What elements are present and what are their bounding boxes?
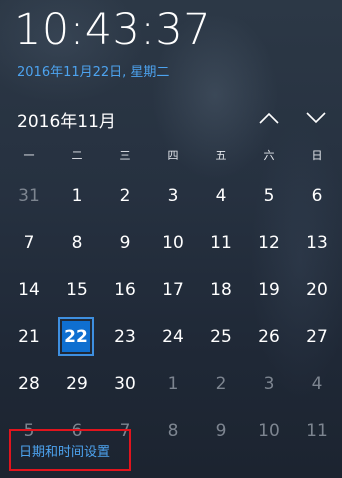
calendar-day[interactable]: 3 xyxy=(149,172,197,219)
weekday-label: 一 xyxy=(23,149,35,162)
calendar-day[interactable]: 11 xyxy=(197,219,245,266)
chevron-up-icon xyxy=(259,112,279,124)
calendar-day-adjacent-month[interactable]: 11 xyxy=(293,407,341,454)
clock-time: 10:43:37 xyxy=(14,5,212,55)
weekday-label: 五 xyxy=(215,149,227,162)
calendar-day-adjacent-month[interactable]: 8 xyxy=(149,407,197,454)
calendar-day[interactable]: 1 xyxy=(53,172,101,219)
calendar-day[interactable]: 9 xyxy=(101,219,149,266)
calendar-day[interactable]: 12 xyxy=(245,219,293,266)
calendar-day[interactable]: 23 xyxy=(101,313,149,360)
calendar-day-adjacent-month[interactable]: 4 xyxy=(293,360,341,407)
calendar-grid: 31 1 2 3 4 5 6 7 8 9 10 11 12 13 14 15 16 17 18 19 20 21 22 23 2… xyxy=(5,172,341,454)
calendar-day[interactable]: 30 xyxy=(101,360,149,407)
calendar-day[interactable]: 20 xyxy=(293,266,341,313)
calendar-day[interactable]: 26 xyxy=(245,313,293,360)
date-time-settings-link[interactable]: 日期和时间设置 xyxy=(9,429,131,471)
weekday-label: 三 xyxy=(119,149,131,162)
calendar-day-adjacent-month[interactable]: 9 xyxy=(197,407,245,454)
calendar-day-adjacent-month[interactable]: 1 xyxy=(149,360,197,407)
calendar-day[interactable]: 29 xyxy=(53,360,101,407)
weekday-label: 四 xyxy=(167,149,179,162)
next-month-button[interactable] xyxy=(300,104,332,132)
chevron-down-icon xyxy=(306,112,326,124)
calendar-day[interactable]: 10 xyxy=(149,219,197,266)
weekday-header-row: 一二三四五六日 xyxy=(5,146,341,166)
calendar-day[interactable]: 14 xyxy=(5,266,53,313)
calendar-day[interactable]: 2 xyxy=(101,172,149,219)
today-highlight: 22 xyxy=(58,317,94,356)
calendar-day[interactable]: 13 xyxy=(293,219,341,266)
calendar-day-adjacent-month[interactable]: 31 xyxy=(5,172,53,219)
calendar-day[interactable]: 25 xyxy=(197,313,245,360)
month-year-header[interactable]: 2016年11月 xyxy=(17,107,116,132)
calendar-day[interactable]: 18 xyxy=(197,266,245,313)
previous-month-button[interactable] xyxy=(253,104,285,132)
calendar-day-adjacent-month[interactable]: 10 xyxy=(245,407,293,454)
calendar-day[interactable]: 28 xyxy=(5,360,53,407)
today-day-number: 22 xyxy=(62,321,90,352)
calendar-day[interactable]: 24 xyxy=(149,313,197,360)
calendar-day[interactable]: 21 xyxy=(5,313,53,360)
date-time-settings-label: 日期和时间设置 xyxy=(19,444,111,460)
full-date-link[interactable]: 2016年11月22日, 星期二 xyxy=(17,61,169,80)
weekday-label: 日 xyxy=(311,149,323,162)
calendar-day-adjacent-month[interactable]: 3 xyxy=(245,360,293,407)
calendar-day[interactable]: 16 xyxy=(101,266,149,313)
calendar-day-adjacent-month[interactable]: 2 xyxy=(197,360,245,407)
calendar-day[interactable]: 19 xyxy=(245,266,293,313)
calendar-day[interactable]: 17 xyxy=(149,266,197,313)
calendar-day-today[interactable]: 22 xyxy=(53,313,101,360)
weekday-label: 二 xyxy=(71,149,83,162)
calendar-day[interactable]: 4 xyxy=(197,172,245,219)
weekday-label: 六 xyxy=(263,149,275,162)
calendar-day[interactable]: 7 xyxy=(5,219,53,266)
calendar-day[interactable]: 15 xyxy=(53,266,101,313)
calendar-day[interactable]: 27 xyxy=(293,313,341,360)
calendar-day[interactable]: 6 xyxy=(293,172,341,219)
calendar-day[interactable]: 5 xyxy=(245,172,293,219)
calendar-day[interactable]: 8 xyxy=(53,219,101,266)
